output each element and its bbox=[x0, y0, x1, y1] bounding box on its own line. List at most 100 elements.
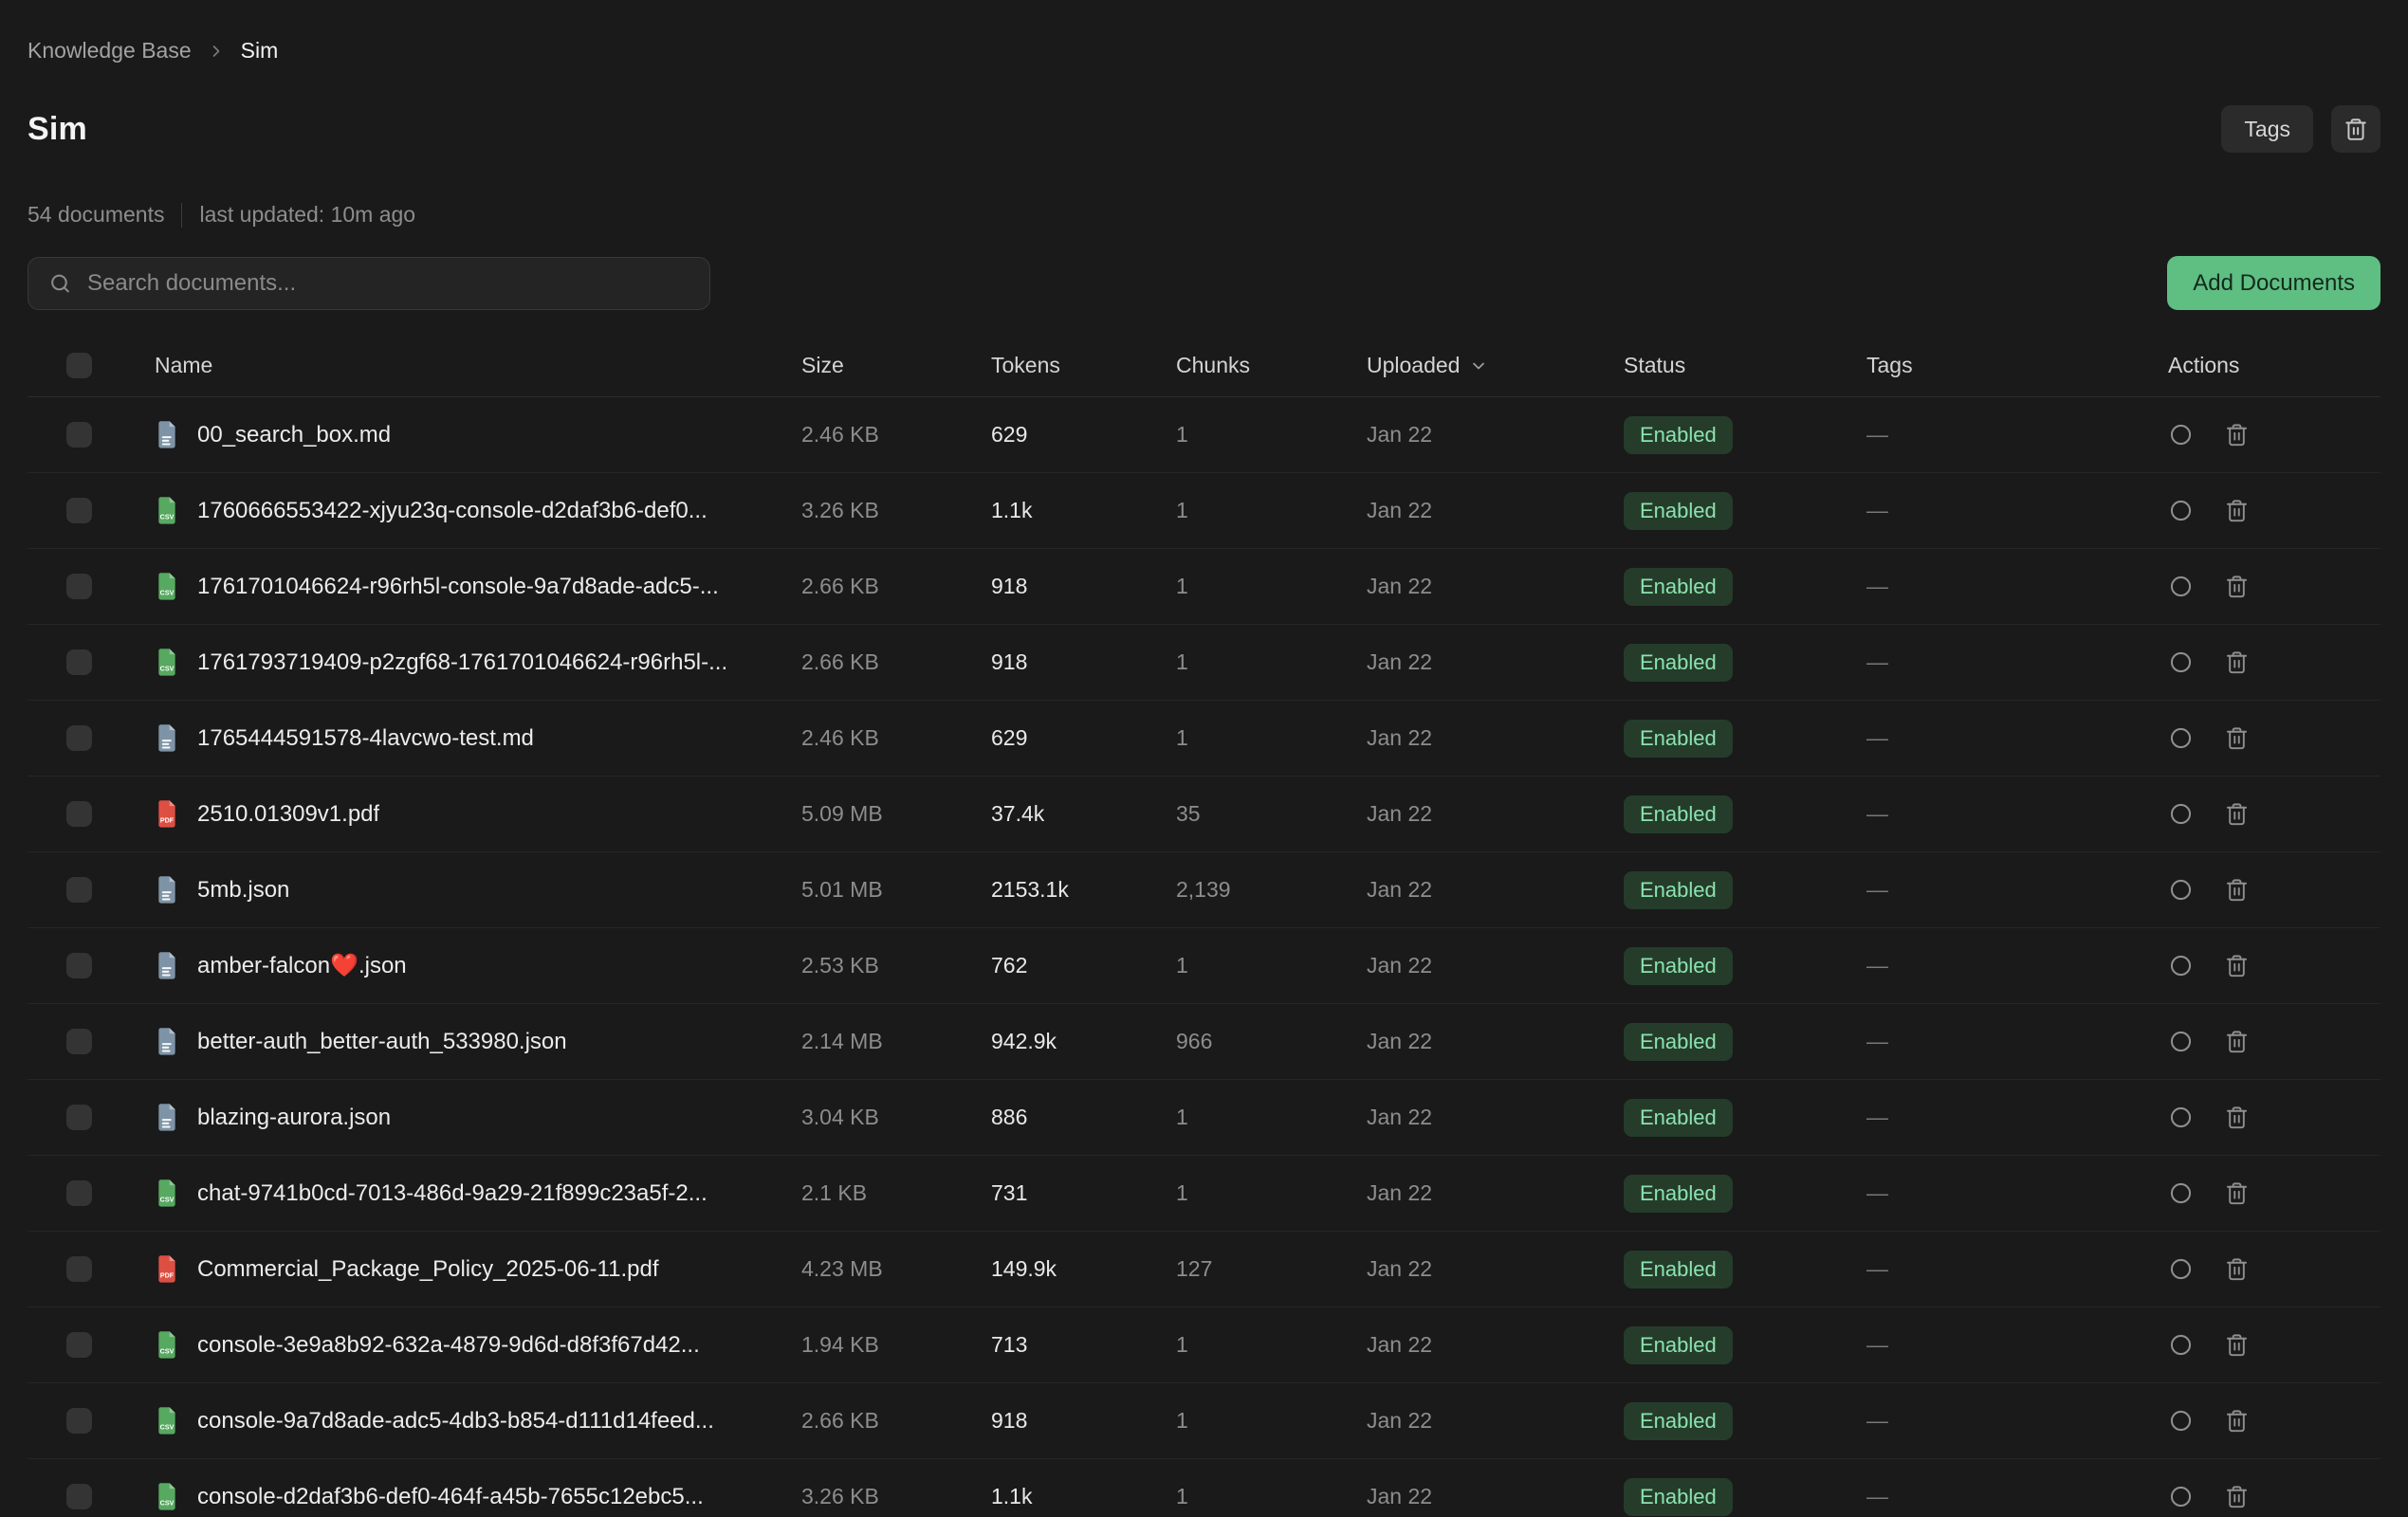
row-checkbox[interactable] bbox=[66, 1180, 92, 1206]
column-header-size[interactable]: Size bbox=[801, 353, 991, 378]
delete-document-button[interactable] bbox=[2224, 1180, 2250, 1206]
disable-document-button[interactable] bbox=[2168, 574, 2194, 599]
document-file-icon bbox=[155, 420, 179, 449]
delete-document-button[interactable] bbox=[2224, 422, 2250, 448]
document-size: 2.66 KB bbox=[801, 574, 991, 599]
delete-document-button[interactable] bbox=[2224, 1332, 2250, 1358]
document-tokens: 149.9k bbox=[991, 1256, 1176, 1282]
table-row[interactable]: CSV 1761793719409-p2zgf68-1761701046624-… bbox=[28, 625, 2380, 701]
document-uploaded-date: Jan 22 bbox=[1367, 1484, 1624, 1509]
column-header-uploaded[interactable]: Uploaded bbox=[1367, 353, 1624, 378]
delete-knowledge-base-button[interactable] bbox=[2331, 105, 2380, 153]
document-name[interactable]: 1761701046624-r96rh5l-console-9a7d8ade-a… bbox=[197, 574, 719, 600]
table-row[interactable]: CSV 1760666553422-xjyu23q-console-d2daf3… bbox=[28, 473, 2380, 549]
delete-document-button[interactable] bbox=[2224, 1029, 2250, 1054]
document-name[interactable]: better-auth_better-auth_533980.json bbox=[197, 1029, 567, 1055]
row-checkbox[interactable] bbox=[66, 877, 92, 903]
table-row[interactable]: better-auth_better-auth_533980.json 2.14… bbox=[28, 1004, 2380, 1080]
document-name[interactable]: 5mb.json bbox=[197, 877, 289, 904]
trash-icon bbox=[2224, 1180, 2250, 1206]
table-row[interactable]: PDF 2510.01309v1.pdf 5.09 MB 37.4k 35 Ja… bbox=[28, 777, 2380, 852]
document-name[interactable]: console-d2daf3b6-def0-464f-a45b-7655c12e… bbox=[197, 1484, 704, 1510]
delete-document-button[interactable] bbox=[2224, 801, 2250, 827]
disable-document-button[interactable] bbox=[2168, 801, 2194, 827]
status-badge: Enabled bbox=[1624, 720, 1733, 758]
disable-document-button[interactable] bbox=[2168, 725, 2194, 751]
document-tags: — bbox=[1866, 801, 2141, 827]
document-name[interactable]: Commercial_Package_Policy_2025-06-11.pdf bbox=[197, 1256, 659, 1283]
document-name[interactable]: amber-falcon❤️.json bbox=[197, 952, 407, 979]
document-name[interactable]: 00_search_box.md bbox=[197, 422, 391, 448]
row-checkbox[interactable] bbox=[66, 801, 92, 827]
column-header-chunks[interactable]: Chunks bbox=[1176, 353, 1367, 378]
document-name[interactable]: 1765444591578-4lavcwo-test.md bbox=[197, 725, 534, 752]
delete-document-button[interactable] bbox=[2224, 1256, 2250, 1282]
delete-document-button[interactable] bbox=[2224, 1408, 2250, 1434]
row-checkbox[interactable] bbox=[66, 1105, 92, 1130]
disable-document-button[interactable] bbox=[2168, 498, 2194, 523]
delete-document-button[interactable] bbox=[2224, 1484, 2250, 1509]
row-checkbox[interactable] bbox=[66, 422, 92, 448]
table-row[interactable]: 5mb.json 5.01 MB 2153.1k 2,139 Jan 22 En… bbox=[28, 852, 2380, 928]
disable-document-button[interactable] bbox=[2168, 1332, 2194, 1358]
document-name[interactable]: 2510.01309v1.pdf bbox=[197, 801, 379, 828]
delete-document-button[interactable] bbox=[2224, 498, 2250, 523]
table-row[interactable]: blazing-aurora.json 3.04 KB 886 1 Jan 22… bbox=[28, 1080, 2380, 1156]
row-checkbox[interactable] bbox=[66, 574, 92, 599]
column-header-tokens[interactable]: Tokens bbox=[991, 353, 1176, 378]
row-checkbox[interactable] bbox=[66, 498, 92, 523]
delete-document-button[interactable] bbox=[2224, 877, 2250, 903]
document-name[interactable]: 1760666553422-xjyu23q-console-d2daf3b6-d… bbox=[197, 498, 708, 524]
delete-document-button[interactable] bbox=[2224, 1105, 2250, 1130]
search-input[interactable] bbox=[28, 257, 710, 310]
table-row[interactable]: CSV 1761701046624-r96rh5l-console-9a7d8a… bbox=[28, 549, 2380, 625]
document-name[interactable]: chat-9741b0cd-7013-486d-9a29-21f899c23a5… bbox=[197, 1180, 708, 1207]
document-name[interactable]: blazing-aurora.json bbox=[197, 1105, 391, 1131]
status-badge: Enabled bbox=[1624, 416, 1733, 454]
disable-document-button[interactable] bbox=[2168, 953, 2194, 978]
disable-document-button[interactable] bbox=[2168, 1029, 2194, 1054]
row-checkbox[interactable] bbox=[66, 649, 92, 675]
document-chunks: 1 bbox=[1176, 1332, 1367, 1358]
table-row[interactable]: CSV console-d2daf3b6-def0-464f-a45b-7655… bbox=[28, 1459, 2380, 1517]
trash-icon bbox=[2224, 649, 2250, 675]
row-checkbox[interactable] bbox=[66, 953, 92, 978]
chevron-right-icon bbox=[207, 42, 226, 61]
disable-document-button[interactable] bbox=[2168, 1105, 2194, 1130]
table-row[interactable]: 1765444591578-4lavcwo-test.md 2.46 KB 62… bbox=[28, 701, 2380, 777]
document-name[interactable]: console-9a7d8ade-adc5-4db3-b854-d111d14f… bbox=[197, 1408, 714, 1435]
row-checkbox[interactable] bbox=[66, 1256, 92, 1282]
table-row[interactable]: 00_search_box.md 2.46 KB 629 1 Jan 22 En… bbox=[28, 397, 2380, 473]
row-checkbox[interactable] bbox=[66, 725, 92, 751]
disable-document-button[interactable] bbox=[2168, 1408, 2194, 1434]
table-row[interactable]: amber-falcon❤️.json 2.53 KB 762 1 Jan 22… bbox=[28, 928, 2380, 1004]
disable-document-button[interactable] bbox=[2168, 1180, 2194, 1206]
disable-document-button[interactable] bbox=[2168, 1256, 2194, 1282]
row-checkbox[interactable] bbox=[66, 1029, 92, 1054]
delete-document-button[interactable] bbox=[2224, 649, 2250, 675]
document-name[interactable]: console-3e9a8b92-632a-4879-9d6d-d8f3f67d… bbox=[197, 1332, 700, 1359]
delete-document-button[interactable] bbox=[2224, 574, 2250, 599]
select-all-checkbox[interactable] bbox=[66, 353, 92, 378]
table-row[interactable]: CSV console-3e9a8b92-632a-4879-9d6d-d8f3… bbox=[28, 1307, 2380, 1383]
column-header-name[interactable]: Name bbox=[155, 353, 801, 378]
tags-button[interactable]: Tags bbox=[2221, 105, 2313, 153]
status-badge: Enabled bbox=[1624, 644, 1733, 682]
disable-document-button[interactable] bbox=[2168, 649, 2194, 675]
row-checkbox[interactable] bbox=[66, 1408, 92, 1434]
document-name[interactable]: 1761793719409-p2zgf68-1761701046624-r96r… bbox=[197, 649, 727, 676]
delete-document-button[interactable] bbox=[2224, 953, 2250, 978]
add-documents-button[interactable]: Add Documents bbox=[2167, 256, 2380, 310]
status-badge: Enabled bbox=[1624, 1402, 1733, 1440]
table-row[interactable]: CSV console-9a7d8ade-adc5-4db3-b854-d111… bbox=[28, 1383, 2380, 1459]
table-row[interactable]: PDF Commercial_Package_Policy_2025-06-11… bbox=[28, 1232, 2380, 1307]
table-row[interactable]: CSV chat-9741b0cd-7013-486d-9a29-21f899c… bbox=[28, 1156, 2380, 1232]
row-checkbox[interactable] bbox=[66, 1484, 92, 1509]
disable-document-button[interactable] bbox=[2168, 877, 2194, 903]
disable-document-button[interactable] bbox=[2168, 422, 2194, 448]
document-tags: — bbox=[1866, 574, 2141, 599]
delete-document-button[interactable] bbox=[2224, 725, 2250, 751]
row-checkbox[interactable] bbox=[66, 1332, 92, 1358]
breadcrumb-knowledge-base-link[interactable]: Knowledge Base bbox=[28, 38, 192, 64]
disable-document-button[interactable] bbox=[2168, 1484, 2194, 1509]
